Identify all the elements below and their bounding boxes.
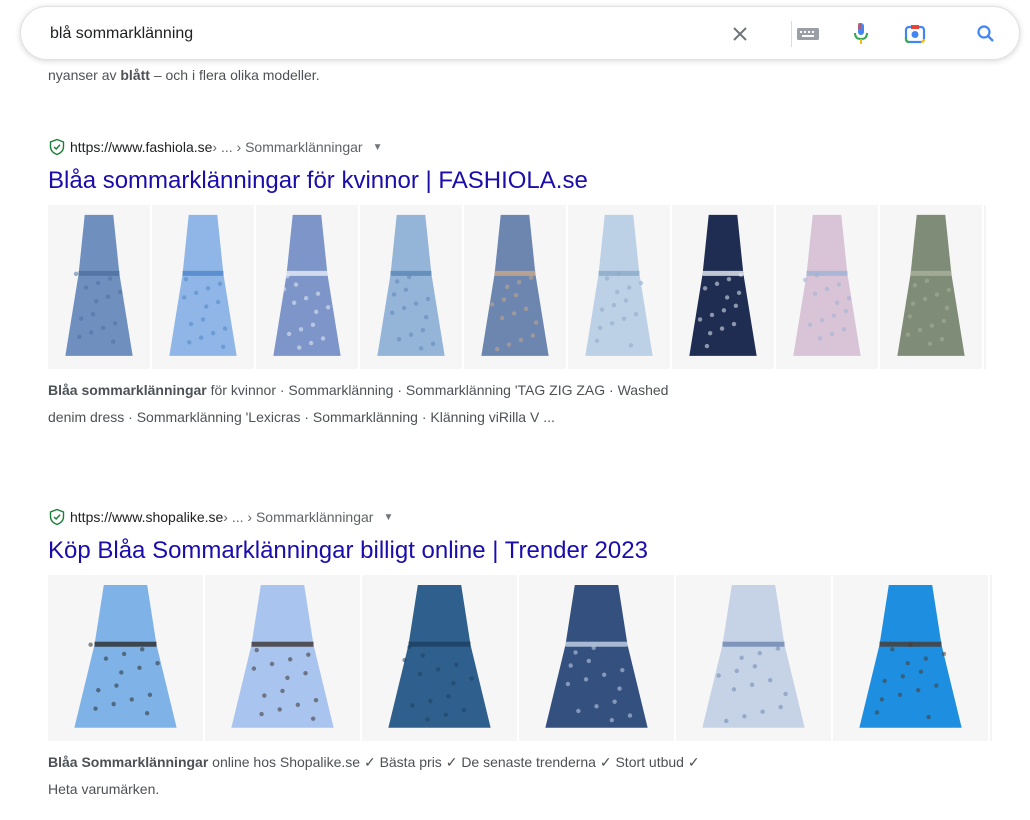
close-icon[interactable] (726, 20, 754, 48)
dress-thumbnail[interactable] (519, 575, 676, 741)
dress-thumbnail[interactable] (48, 205, 152, 369)
dress-thumbnail[interactable] (833, 575, 990, 741)
verified-shield-icon (49, 138, 65, 156)
result-url-host[interactable]: https://www.shopalike.se (70, 509, 223, 525)
result-description: Blåa sommarklänningar för kvinnor · Somm… (48, 377, 986, 431)
result-url-host[interactable]: https://www.fashiola.se (70, 139, 212, 155)
dress-thumbnail[interactable] (256, 205, 360, 369)
result-title-link[interactable]: Köp Blåa Sommarklänningar billigt online… (48, 537, 992, 565)
dress-image (702, 584, 805, 728)
dress-image (377, 214, 445, 356)
dress-thumbnail[interactable] (672, 205, 776, 369)
search-result-shopalike: https://www.shopalike.se › ... › Sommark… (48, 507, 992, 803)
dress-image (481, 214, 549, 356)
microphone-icon[interactable] (847, 20, 875, 48)
result-description: Blåa Sommarklänningar online hos Shopali… (48, 749, 992, 803)
desc-bold: Blåa Sommarklänningar (48, 754, 209, 770)
desc-line1: för kvinnor · Sommarklänning · Sommarklä… (206, 382, 669, 398)
result-url-path: › ... › Sommarklänningar (223, 509, 374, 525)
caret-down-icon[interactable]: ▼ (383, 512, 393, 523)
dress-image (897, 214, 965, 356)
dress-thumbnail[interactable] (676, 575, 833, 741)
dress-thumbnail[interactable] (362, 575, 519, 741)
search-icon[interactable] (972, 20, 1000, 48)
dress-thumbnail[interactable] (568, 205, 672, 369)
desc-line2: Heta varumärken. (48, 781, 160, 797)
desc-bold: Blåa sommarklänningar (48, 382, 207, 398)
dress-thumbnail[interactable] (776, 205, 880, 369)
caret-down-icon[interactable]: ▼ (373, 142, 383, 153)
dress-thumbnail[interactable] (880, 205, 984, 369)
desc-line2: denim dress · Sommarklänning 'Lexicras ·… (48, 409, 555, 425)
dress-thumbnail[interactable] (464, 205, 568, 369)
keyboard-icon[interactable] (794, 20, 822, 48)
dress-thumbnail[interactable] (205, 575, 362, 741)
dress-image (585, 214, 653, 356)
snippet-bold: blått (120, 67, 150, 83)
image-thumbnail-strip (48, 575, 992, 741)
dress-image (545, 584, 648, 728)
searchbar-divider (791, 21, 792, 47)
dress-image (65, 214, 133, 356)
previous-result-snippet: nyanser av blått – och i flera olika mod… (48, 67, 320, 83)
dress-image (859, 584, 962, 728)
search-result-fashiola: https://www.fashiola.se › ... › Sommarkl… (48, 137, 986, 431)
dress-thumbnail[interactable] (152, 205, 256, 369)
snippet-text: nyanser av (48, 67, 121, 83)
search-bar (20, 6, 1020, 60)
desc-line1: online hos Shopalike.se ✓ Bästa pris ✓ D… (208, 754, 700, 770)
dress-image (273, 214, 341, 356)
search-input[interactable] (50, 23, 710, 45)
image-thumbnail-strip (48, 205, 986, 369)
result-url-path: › ... › Sommarklänningar (212, 139, 363, 155)
dress-image (231, 584, 334, 728)
snippet-rest: – och i flera olika modeller. (149, 67, 320, 83)
camera-lens-icon[interactable] (901, 20, 929, 48)
verified-shield-icon (49, 508, 65, 526)
dress-thumbnail[interactable] (360, 205, 464, 369)
result-cite: https://www.shopalike.se › ... › Sommark… (48, 507, 992, 527)
result-cite: https://www.fashiola.se › ... › Sommarkl… (48, 137, 986, 157)
dress-image (793, 214, 861, 356)
dress-image (169, 214, 237, 356)
result-title-link[interactable]: Blåa sommarklänningar för kvinnor | FASH… (48, 167, 986, 195)
dress-image (689, 214, 757, 356)
dress-thumbnail[interactable] (48, 575, 205, 741)
dress-image (74, 584, 177, 728)
dress-image (388, 584, 491, 728)
